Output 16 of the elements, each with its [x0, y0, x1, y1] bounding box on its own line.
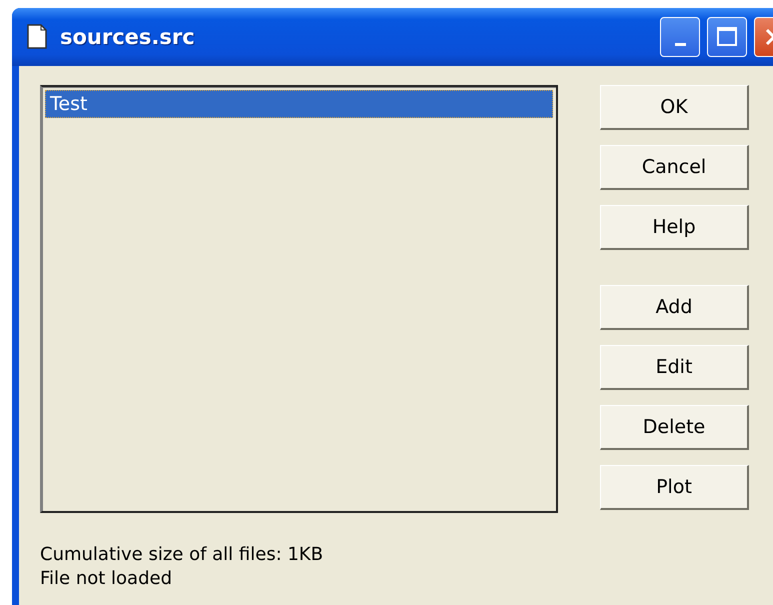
maximize-button[interactable]	[707, 17, 747, 57]
maximize-icon	[716, 26, 738, 48]
window-title: sources.src	[60, 25, 196, 49]
dialog-button[interactable]: Add	[600, 285, 749, 330]
minimize-icon	[674, 42, 686, 46]
dialog-button[interactable]: Edit	[600, 345, 749, 390]
status-text: Cumulative size of all files: 1KB	[40, 543, 324, 567]
list-item[interactable]: Test	[45, 90, 553, 118]
dialog-button[interactable]: Cancel	[600, 145, 749, 190]
dialog-button[interactable]: OK	[600, 85, 749, 130]
dialog-button[interactable]: Plot	[600, 465, 749, 510]
dialog-button[interactable]: Help	[600, 205, 749, 250]
status-text: File not loaded	[40, 567, 174, 591]
document-icon	[26, 24, 48, 50]
minimize-button[interactable]	[660, 17, 700, 57]
dialog-button[interactable]: Delete	[600, 405, 749, 450]
